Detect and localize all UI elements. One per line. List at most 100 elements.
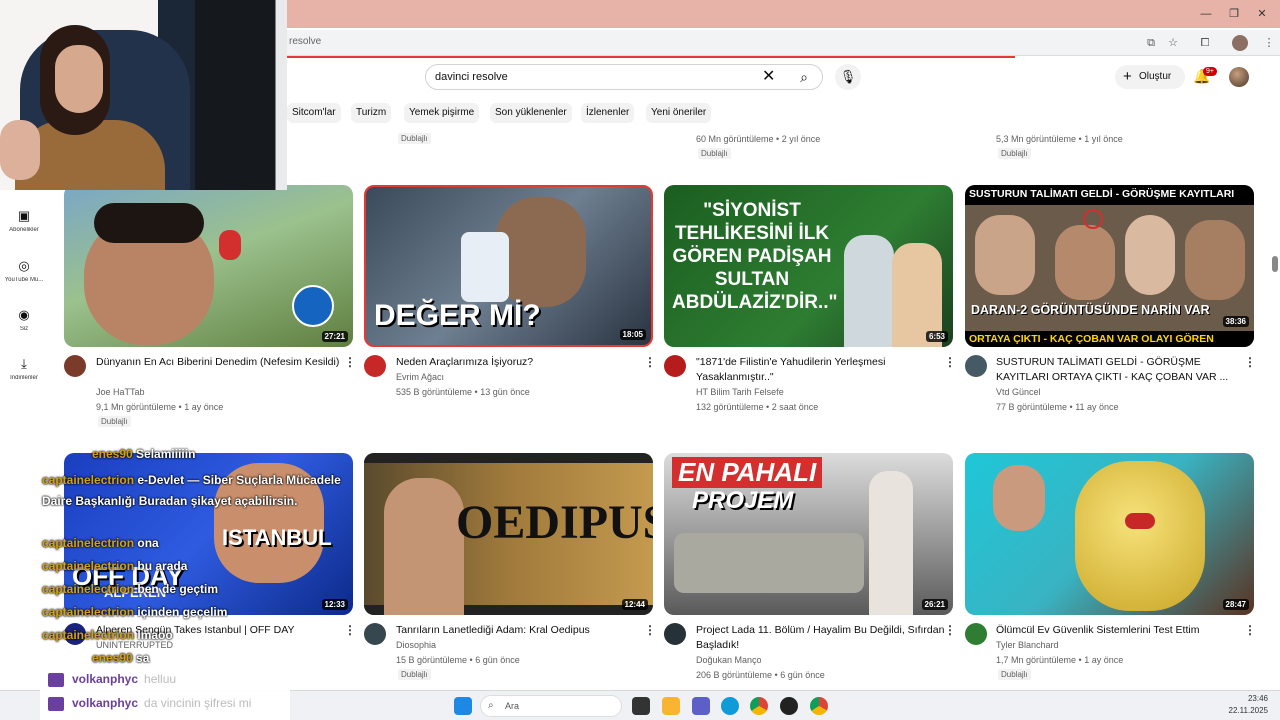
- taskbar-search-placeholder: Ara: [505, 701, 520, 711]
- account-avatar[interactable]: [1229, 67, 1249, 87]
- plus-icon: +: [1123, 68, 1132, 85]
- sidebar-item-you[interactable]: ◉ Siz: [4, 307, 44, 332]
- video-meta: 9,1 Mn görüntüleme • 1 ay önce: [96, 402, 224, 412]
- channel-name[interactable]: Vtd Güncel: [996, 387, 1041, 397]
- chat-username: volkanphyc: [72, 696, 139, 710]
- chrome-icon[interactable]: [810, 697, 828, 715]
- restore-icon[interactable]: ❐: [1224, 6, 1244, 22]
- task-view-icon[interactable]: [632, 697, 650, 715]
- address-bar[interactable]: resolve ⧉ ☆ ⧠ ⋮: [285, 30, 1280, 56]
- video-thumbnail[interactable]: SUSTURUN TALİMATI GELDİ - GÖRÜŞME KAYITL…: [965, 185, 1254, 347]
- video-title[interactable]: Tanrıların Lanetlediği Adam: Kral Oedipu…: [396, 623, 646, 638]
- chat-text: da vincinin şifresi mi: [144, 696, 252, 710]
- channel-name[interactable]: Tyler Blanchard: [996, 640, 1059, 650]
- bookmark-star-icon[interactable]: ☆: [1165, 35, 1181, 51]
- thumbnail-person: [993, 465, 1045, 531]
- chip-watched[interactable]: İzlenenler: [581, 103, 635, 123]
- channel-avatar[interactable]: [64, 355, 86, 377]
- video-title[interactable]: Dünyanın En Acı Biberini Denedim (Nefesi…: [96, 355, 346, 370]
- chrome-icon[interactable]: [750, 697, 768, 715]
- dubbed-badge: Dublajlı: [398, 133, 431, 144]
- chip-tourism[interactable]: Turizm: [351, 103, 392, 123]
- chat-text: bu arada: [137, 559, 188, 573]
- fluid-bottle: [461, 232, 509, 302]
- obs-icon[interactable]: [780, 697, 798, 715]
- video-title[interactable]: "1871'de Filistin'e Yahudilerin Yerleşme…: [696, 355, 946, 385]
- video-thumbnail[interactable]: OEDIPUS 12:44: [364, 453, 653, 615]
- video-duration: 6:53: [925, 331, 948, 342]
- chat-strip-row: volkanphyc helluu: [48, 672, 176, 687]
- close-window-icon[interactable]: ✕: [1252, 6, 1272, 22]
- channel-name[interactable]: Diosophia: [396, 640, 436, 650]
- chat-message: captainelectrion içinden geçelim: [42, 605, 227, 619]
- edge-icon[interactable]: [721, 697, 739, 715]
- minimize-icon[interactable]: —: [1196, 6, 1216, 22]
- chat-avatar: [48, 696, 64, 711]
- install-app-icon[interactable]: ⧉: [1143, 35, 1159, 51]
- chip-recently-uploaded[interactable]: Son yüklenenler: [490, 103, 572, 123]
- more-options-icon[interactable]: ⋮: [1244, 355, 1256, 369]
- channel-name[interactable]: Evrim Ağacı: [396, 372, 444, 382]
- more-options-icon[interactable]: ⋮: [344, 623, 356, 637]
- video-thumbnail[interactable]: 27:21: [64, 185, 353, 347]
- video-title[interactable]: Ölümcül Ev Güvenlik Sistemlerini Test Et…: [996, 623, 1246, 638]
- channel-avatar[interactable]: [364, 623, 386, 645]
- search-input[interactable]: davinci resolve: [435, 71, 508, 83]
- channel-avatar[interactable]: [965, 623, 987, 645]
- more-options-icon[interactable]: ⋮: [344, 355, 356, 369]
- page-scrollbar[interactable]: [1272, 256, 1278, 272]
- channel-name[interactable]: Joe HaTTab: [96, 387, 145, 397]
- video-thumbnail[interactable]: EN PAHALI PROJEM 26:21: [664, 453, 953, 615]
- search-icon[interactable]: ⌕: [786, 65, 822, 89]
- video-thumbnail[interactable]: "SİYONİST TEHLİKESİNİ İLK GÖREN PADİŞAH …: [664, 185, 953, 347]
- create-button[interactable]: + Oluştur: [1115, 65, 1185, 89]
- taskbar-clock[interactable]: 23:46 22.11.2025: [1229, 693, 1268, 717]
- more-options-icon[interactable]: ⋮: [944, 623, 956, 637]
- channel-avatar[interactable]: [664, 355, 686, 377]
- channel-name[interactable]: Doğukan Manço: [696, 655, 762, 665]
- channel-avatar[interactable]: [965, 355, 987, 377]
- sidebar-item-subscriptions[interactable]: ▣ Abonelikler: [4, 208, 44, 233]
- voice-search-icon[interactable]: 🎙: [835, 64, 861, 90]
- start-menu-icon[interactable]: [454, 697, 472, 715]
- more-options-icon[interactable]: ⋮: [644, 623, 656, 637]
- video-duration: 12:44: [621, 599, 648, 610]
- video-title[interactable]: Neden Araçlarımıza İşiyoruz?: [396, 355, 646, 370]
- video-duration: 28:47: [1222, 599, 1249, 610]
- video-meta: 60 Mn görüntüleme • 2 yıl önce: [696, 134, 821, 144]
- blood-splatter: [1125, 513, 1155, 529]
- chip-sitcoms[interactable]: Sitcom'lar: [287, 103, 341, 123]
- more-options-icon[interactable]: ⋮: [944, 355, 956, 369]
- chat-message: captainelectrion ona: [42, 536, 159, 550]
- thumbnail-text: DARAN-2 GÖRÜNTÜSÜNDE NARİN VAR: [971, 303, 1210, 317]
- extensions-icon[interactable]: ⧠: [1197, 35, 1213, 51]
- channel-avatar[interactable]: [664, 623, 686, 645]
- clear-search-icon[interactable]: ✕: [762, 67, 775, 87]
- sidebar-item-youtube-music[interactable]: ◎ YouTube Mu...: [4, 258, 44, 283]
- video-thumbnail[interactable]: DEĞER Mİ? 18:05: [364, 185, 653, 347]
- more-options-icon[interactable]: ⋮: [1244, 623, 1256, 637]
- search-icon: ⌕: [488, 700, 494, 711]
- file-explorer-icon[interactable]: [662, 697, 680, 715]
- address-text: resolve: [289, 36, 322, 47]
- chat-message: captainelectrion e-Devlet — Siber Suçlar…: [42, 470, 342, 512]
- browser-menu-icon[interactable]: ⋮: [1261, 35, 1277, 51]
- chip-new-suggestions[interactable]: Yeni öneriler: [646, 103, 712, 123]
- video-meta: 1,7 Mn görüntüleme • 1 ay önce: [996, 655, 1124, 665]
- channel-name[interactable]: HT Bilim Tarih Felsefe: [696, 387, 784, 397]
- more-options-icon[interactable]: ⋮: [644, 355, 656, 369]
- taskbar-search[interactable]: ⌕ Ara: [480, 695, 622, 717]
- teams-icon[interactable]: [692, 697, 710, 715]
- search-box[interactable]: davinci resolve ✕ ⌕: [425, 64, 823, 90]
- video-meta: 535 B görüntüleme • 13 gün önce: [396, 387, 530, 397]
- video-thumbnail[interactable]: 28:47: [965, 453, 1254, 615]
- chat-text: sa: [136, 651, 150, 665]
- profile-icon[interactable]: [1232, 35, 1248, 51]
- video-duration: 38:36: [1222, 316, 1249, 327]
- sidebar-item-downloads[interactable]: ⤓ İndirilenler: [4, 356, 44, 381]
- chip-cooking[interactable]: Yemek pişirme: [404, 103, 480, 123]
- video-title[interactable]: SUSTURUN TALİMATI GELDİ - GÖRÜŞME KAYITL…: [996, 355, 1246, 385]
- video-title[interactable]: Project Lada 11. Bölüm / Hayalim Bu Deği…: [696, 623, 946, 653]
- chat-username: enes90: [92, 447, 133, 461]
- channel-avatar[interactable]: [364, 355, 386, 377]
